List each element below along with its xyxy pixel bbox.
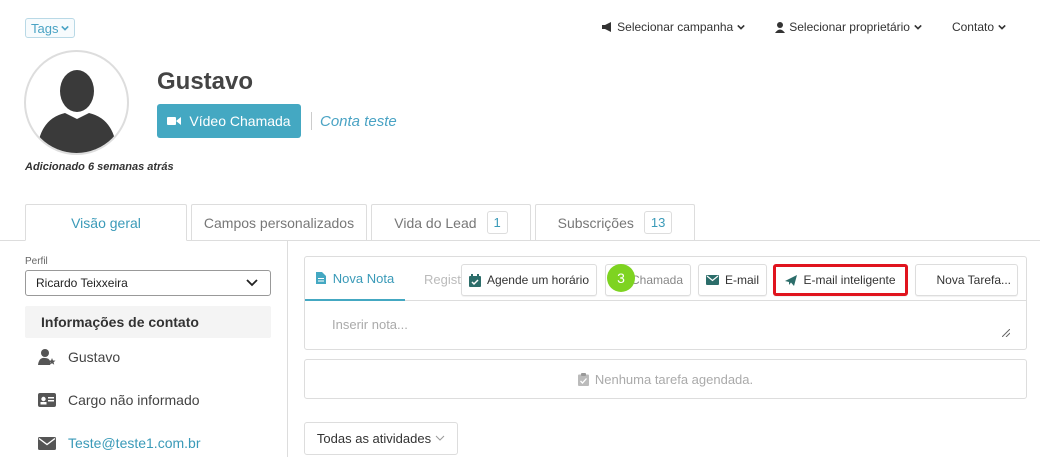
id-card-icon (38, 393, 56, 407)
select-campaign-menu[interactable]: Selecionar campanha (601, 20, 746, 34)
tab-custom-fields[interactable]: Campos personalizados (191, 204, 367, 240)
panel-divider (287, 240, 288, 457)
tab-subscriptions-badge: 13 (643, 211, 673, 234)
chevron-down-icon (246, 279, 258, 287)
contact-name: Gustavo (157, 68, 254, 95)
person-silhouette-icon (36, 70, 117, 153)
envelope-icon (38, 436, 56, 450)
profile-select[interactable]: Ricardo Teixxeira (25, 270, 271, 296)
user-star-icon (38, 349, 56, 365)
info-job-text: Cargo não informado (68, 392, 200, 408)
new-task-button[interactable]: Nova Tarefa... (915, 264, 1018, 296)
email-button[interactable]: E-mail (698, 264, 767, 296)
header-separator (311, 112, 312, 130)
schedule-label: Agende um horário (486, 273, 590, 287)
envelope-icon (705, 275, 719, 285)
info-row-job: Cargo não informado (38, 392, 200, 408)
tab-new-note-label: Nova Nota (332, 270, 395, 286)
tab-subscriptions[interactable]: Subscrições 13 (535, 204, 695, 240)
info-row-email[interactable]: Teste@teste1.com.br (38, 435, 201, 451)
info-name-text: Gustavo (68, 349, 121, 365)
tab-register-label: Registrar (424, 272, 462, 287)
profile-label: Perfil (25, 256, 48, 267)
tab-overview-label: Visão geral (71, 214, 141, 231)
select-campaign-label: Selecionar campanha (617, 20, 734, 34)
avatar[interactable] (24, 50, 129, 155)
megaphone-icon (602, 22, 612, 32)
chevron-down-icon (998, 24, 1006, 30)
resize-handle-icon[interactable] (1002, 329, 1010, 337)
activity-filter-dropdown[interactable]: Todas as atividades (304, 422, 458, 455)
smart-email-button[interactable]: E-mail inteligente (773, 264, 908, 296)
tab-subscriptions-label: Subscrições (557, 214, 634, 231)
select-owner-label: Selecionar proprietário (789, 20, 910, 34)
email-label: E-mail (724, 273, 759, 287)
tab-new-note[interactable]: Nova Nota (305, 257, 405, 301)
smart-email-label: E-mail inteligente (803, 273, 896, 287)
added-date: Adicionado 6 semanas atrás (25, 161, 174, 173)
paper-plane-icon (785, 274, 798, 286)
top-menu: Selecionar campanha Selecionar proprietá… (601, 20, 1006, 34)
tab-lead-life-badge: 1 (486, 211, 508, 234)
tab-custom-fields-label: Campos personalizados (203, 214, 355, 231)
tab-lead-life[interactable]: Vida do Lead 1 (371, 204, 531, 240)
new-task-label: Nova Tarefa... (936, 273, 1011, 287)
contact-menu[interactable]: Contato (952, 20, 1006, 34)
activity-filter-label: Todas as atividades (316, 431, 432, 446)
user-icon (775, 21, 786, 33)
video-call-button[interactable]: Vídeo Chamada (157, 104, 301, 138)
no-task-notice: Nenhuma tarefa agendada. (304, 359, 1027, 399)
video-call-label: Vídeo Chamada (189, 113, 291, 129)
tab-lead-life-label: Vida do Lead (394, 214, 477, 231)
tab-register[interactable]: Registrar (418, 272, 462, 287)
note-input-placeholder[interactable]: Inserir nota... (332, 317, 408, 332)
info-email-text: Teste@teste1.com.br (68, 435, 201, 451)
info-row-name: Gustavo (38, 348, 120, 366)
added-prefix: Adicionado (25, 161, 85, 173)
profile-select-value: Ricardo Teixxeira (36, 276, 128, 290)
note-icon (315, 272, 326, 284)
call-label: Chamada (630, 273, 684, 287)
account-link[interactable]: Conta teste (320, 113, 397, 130)
chevron-down-icon (435, 435, 445, 441)
activity-composer: Nova Nota Registrar Agende um horário Ch… (304, 256, 1027, 350)
tags-label: Tags (31, 20, 59, 36)
contact-info-heading: Informações de contato (25, 306, 271, 338)
select-owner-menu[interactable]: Selecionar proprietário (775, 20, 922, 34)
video-camera-icon (167, 117, 182, 125)
clipboard-icon (577, 372, 589, 386)
chevron-down-icon (914, 24, 922, 30)
tags-button[interactable]: Tags (25, 18, 76, 38)
tab-overview[interactable]: Visão geral (25, 204, 187, 241)
schedule-button[interactable]: Agende um horário (461, 264, 597, 296)
chevron-down-icon (737, 24, 746, 30)
chevron-down-icon (61, 25, 70, 31)
added-value: 6 semanas atrás (87, 161, 174, 173)
calendar-icon (468, 273, 481, 287)
tab-bar: Visão geral Campos personalizados Vida d… (25, 204, 695, 241)
no-task-text: Nenhuma tarefa agendada. (594, 371, 754, 387)
composer-tabs: Nova Nota Registrar Agende um horário Ch… (305, 257, 1026, 301)
step-marker: 3 (607, 264, 635, 292)
contact-label: Contato (951, 20, 994, 34)
